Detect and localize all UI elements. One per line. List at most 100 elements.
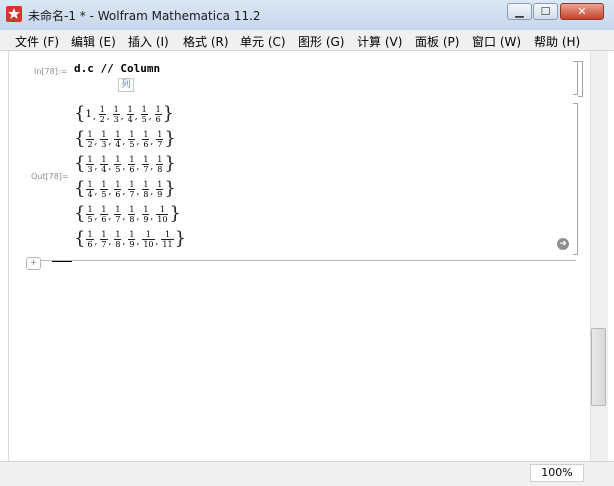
close-button[interactable]: ✕: [560, 3, 604, 20]
comma: ,: [120, 112, 124, 122]
close-brace: }: [164, 128, 176, 149]
fraction: 16: [114, 179, 122, 199]
close-brace: }: [174, 228, 187, 249]
fraction: 14: [100, 154, 108, 174]
zoom-selector[interactable]: 100%: [530, 464, 584, 482]
menu-bar: 文件 (F) 编辑 (E) 插入 (I) 格式 (R) 单元 (C) 图形 (G…: [0, 30, 614, 51]
comma: ,: [94, 237, 98, 247]
menu-edit[interactable]: 编辑 (E): [71, 33, 116, 50]
output-row: {1 6, 1 7, 1 8, 1 9, 1 10, 1 11}: [74, 228, 186, 250]
fraction: 13: [86, 154, 94, 174]
fraction: 16: [128, 154, 136, 174]
fraction: 19: [142, 204, 150, 224]
output-row: {1 5, 1 6, 1 7, 1 8, 1 9, 1 10}: [74, 203, 181, 225]
fraction: 1 10: [142, 229, 155, 249]
comma: ,: [150, 187, 154, 197]
comma: ,: [136, 212, 140, 222]
fraction: 14: [114, 129, 122, 149]
comma: ,: [150, 212, 154, 222]
comma: ,: [108, 237, 112, 247]
open-brace: {: [74, 103, 86, 124]
menu-cell[interactable]: 单元 (C): [240, 33, 286, 50]
input-label: In[78]:=: [34, 67, 68, 76]
output-row: {1, 1 2, 1 3, 1 4, 1 5, 1 6}: [74, 103, 174, 125]
comma: ,: [122, 187, 126, 197]
comma: ,: [136, 162, 140, 172]
fraction: 18: [128, 204, 136, 224]
comma: ,: [122, 137, 126, 147]
comma: ,: [155, 237, 159, 247]
suggestion-hint[interactable]: 列: [118, 78, 134, 92]
title-bar: 未命名-1 * - Wolfram Mathematica 11.2 ▁ ☐ ✕: [0, 0, 614, 31]
comma: ,: [148, 112, 152, 122]
menu-help[interactable]: 帮助 (H): [534, 33, 580, 50]
fraction: 16: [142, 129, 150, 149]
comma: ,: [94, 187, 98, 197]
open-brace: {: [74, 178, 86, 199]
comma: ,: [108, 137, 112, 147]
mathematica-logo-icon: [6, 6, 22, 22]
menu-window[interactable]: 窗口 (W): [472, 33, 521, 50]
maximize-icon: ☐: [540, 5, 551, 18]
suggestions-arrow-icon[interactable]: ➜: [557, 238, 569, 250]
window-title: 未命名-1 * - Wolfram Mathematica 11.2: [28, 9, 261, 23]
comma: ,: [122, 212, 126, 222]
fraction: 15: [128, 129, 136, 149]
comma: ,: [94, 162, 98, 172]
fraction: 15: [100, 179, 108, 199]
comma: ,: [94, 212, 98, 222]
close-brace: }: [164, 153, 176, 174]
menu-format[interactable]: 格式 (R): [183, 33, 229, 50]
comma: ,: [108, 162, 112, 172]
fraction: 17: [142, 154, 150, 174]
fraction: 16: [100, 204, 108, 224]
fraction: 1 10: [156, 204, 169, 224]
close-icon: ✕: [577, 5, 587, 18]
scrollbar-thumb[interactable]: [591, 328, 606, 406]
comma: ,: [108, 187, 112, 197]
menu-graphics[interactable]: 图形 (G): [298, 33, 344, 50]
fraction: 15: [114, 154, 122, 174]
maximize-button[interactable]: ☐: [533, 3, 558, 20]
comma: ,: [122, 162, 126, 172]
fraction: 18: [156, 154, 164, 174]
fraction: 14: [86, 179, 94, 199]
output-row: {1 4, 1 5, 1 6, 1 7, 1 8, 1 9}: [74, 178, 176, 200]
fraction: 16: [86, 229, 94, 249]
open-brace: {: [74, 203, 86, 224]
fraction: 17: [156, 129, 164, 149]
comma: ,: [134, 112, 138, 122]
status-bar: [0, 461, 614, 486]
group-cell-bracket[interactable]: [578, 61, 583, 97]
fraction: 15: [140, 104, 148, 124]
output-cell-bracket[interactable]: [573, 103, 578, 255]
integer-value: 1: [85, 108, 92, 120]
comma: ,: [122, 237, 126, 247]
menu-palettes[interactable]: 面板 (P): [415, 33, 459, 50]
comma: ,: [108, 212, 112, 222]
fraction: 13: [100, 129, 108, 149]
fraction: 17: [114, 204, 122, 224]
close-brace: }: [164, 178, 176, 199]
comma: ,: [150, 137, 154, 147]
comma: ,: [150, 162, 154, 172]
fraction: 18: [114, 229, 122, 249]
add-cell-button[interactable]: +: [26, 257, 41, 270]
menu-evaluation[interactable]: 计算 (V): [357, 33, 402, 50]
comma: ,: [94, 137, 98, 147]
fraction: 15: [86, 204, 94, 224]
input-code[interactable]: d.c // Column: [74, 62, 160, 75]
fraction: 13: [112, 104, 120, 124]
menu-insert[interactable]: 插入 (I): [128, 33, 169, 50]
close-brace: }: [162, 103, 175, 124]
minimize-icon: ▁: [515, 5, 524, 18]
minimize-button[interactable]: ▁: [507, 3, 532, 20]
menu-file[interactable]: 文件 (F): [15, 33, 59, 50]
output-row: {1 3, 1 4, 1 5, 1 6, 1 7, 1 8}: [74, 153, 176, 175]
fraction: 12: [86, 129, 94, 149]
comma: ,: [92, 112, 96, 122]
comma: ,: [136, 137, 140, 147]
open-brace: {: [74, 228, 86, 249]
fraction: 17: [128, 179, 136, 199]
cell-insertion-line[interactable]: [30, 260, 576, 261]
